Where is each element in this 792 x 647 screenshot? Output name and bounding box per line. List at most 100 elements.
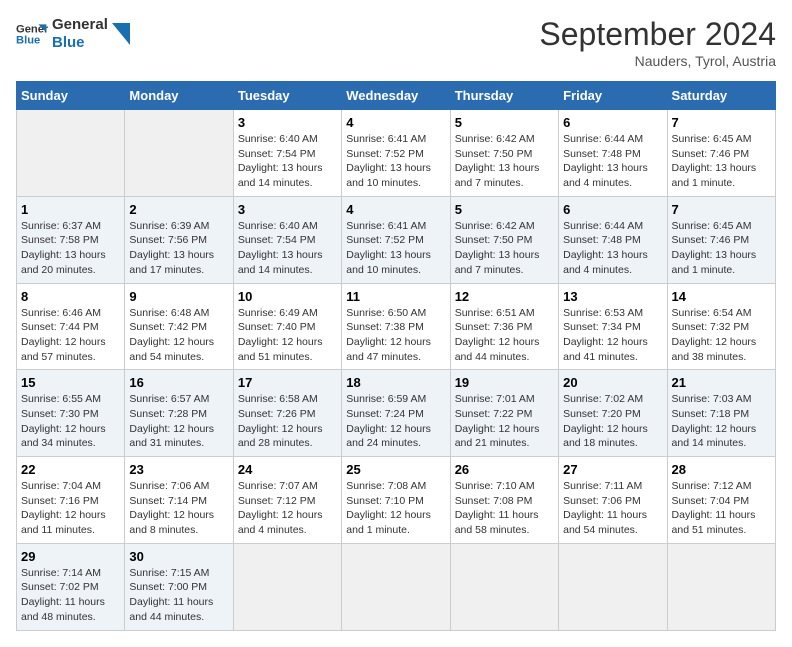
day-number: 17 <box>238 375 337 390</box>
cell-details: Sunrise: 6:37 AMSunset: 7:58 PMDaylight:… <box>21 219 120 278</box>
cell-details: Sunrise: 6:46 AMSunset: 7:44 PMDaylight:… <box>21 306 120 365</box>
day-number: 22 <box>21 462 120 477</box>
day-number: 6 <box>563 115 662 130</box>
calendar-cell <box>17 110 125 197</box>
day-number: 29 <box>21 549 120 564</box>
calendar-cell: 4 Sunrise: 6:41 AMSunset: 7:52 PMDaylight… <box>342 196 450 283</box>
cell-details: Sunrise: 6:57 AMSunset: 7:28 PMDaylight:… <box>129 392 228 451</box>
day-number: 5 <box>455 202 554 217</box>
day-number: 16 <box>129 375 228 390</box>
calendar-cell <box>233 543 341 630</box>
calendar-cell: 2Sunrise: 6:39 AMSunset: 7:56 PMDaylight… <box>125 196 233 283</box>
calendar-cell: 8 Sunrise: 6:46 AMSunset: 7:44 PMDaylight… <box>17 283 125 370</box>
cell-details: Sunrise: 7:12 AMSunset: 7:04 PMDaylight:… <box>672 479 771 538</box>
col-sunday: Sunday <box>17 82 125 110</box>
cell-details: Sunrise: 6:50 AMSunset: 7:38 PMDaylight:… <box>346 306 445 365</box>
calendar-cell: 11 Sunrise: 6:50 AMSunset: 7:38 PMDayligh… <box>342 283 450 370</box>
day-number: 15 <box>21 375 120 390</box>
calendar-cell <box>342 543 450 630</box>
logo-text-general: General <box>52 16 108 34</box>
cell-details: Sunrise: 6:40 AMSunset: 7:54 PMDaylight:… <box>238 132 337 191</box>
calendar-cell <box>450 543 558 630</box>
calendar-cell: 6 Sunrise: 6:44 AMSunset: 7:48 PMDaylight… <box>559 196 667 283</box>
day-number: 4 <box>346 202 445 217</box>
logo-text-blue: Blue <box>52 34 108 52</box>
cell-details: Sunrise: 6:39 AMSunset: 7:56 PMDaylight:… <box>129 219 228 278</box>
day-number: 13 <box>563 289 662 304</box>
page-header: General Blue General Blue September 2024… <box>16 16 776 69</box>
cell-details: Sunrise: 6:44 AMSunset: 7:48 PMDaylight:… <box>563 132 662 191</box>
col-wednesday: Wednesday <box>342 82 450 110</box>
day-number: 23 <box>129 462 228 477</box>
day-number: 10 <box>238 289 337 304</box>
calendar-cell: 1 Sunrise: 6:37 AMSunset: 7:58 PMDaylight… <box>17 196 125 283</box>
cell-details: Sunrise: 7:03 AMSunset: 7:18 PMDaylight:… <box>672 392 771 451</box>
title-area: September 2024 Nauders, Tyrol, Austria <box>539 16 776 69</box>
header-row: Sunday Monday Tuesday Wednesday Thursday… <box>17 82 776 110</box>
calendar-cell: 23Sunrise: 7:06 AMSunset: 7:14 PMDayligh… <box>125 457 233 544</box>
cell-details: Sunrise: 7:15 AMSunset: 7:00 PMDaylight:… <box>129 566 228 625</box>
calendar-row: 15Sunrise: 6:55 AMSunset: 7:30 PMDayligh… <box>17 370 776 457</box>
cell-details: Sunrise: 6:41 AMSunset: 7:52 PMDaylight:… <box>346 219 445 278</box>
calendar-cell: 16 Sunrise: 6:57 AMSunset: 7:28 PMDayligh… <box>125 370 233 457</box>
logo-arrow-icon <box>112 23 130 45</box>
cell-details: Sunrise: 6:45 AMSunset: 7:46 PMDaylight:… <box>672 132 771 191</box>
day-number: 11 <box>346 289 445 304</box>
calendar-cell: 4Sunrise: 6:41 AMSunset: 7:52 PMDaylight… <box>342 110 450 197</box>
calendar-cell: 21 Sunrise: 7:03 AMSunset: 7:18 PMDayligh… <box>667 370 775 457</box>
calendar-cell: 28 Sunrise: 7:12 AMSunset: 7:04 PMDayligh… <box>667 457 775 544</box>
day-number: 7 <box>672 115 771 130</box>
calendar-cell: 20Sunrise: 7:02 AMSunset: 7:20 PMDayligh… <box>559 370 667 457</box>
location-subtitle: Nauders, Tyrol, Austria <box>539 53 776 69</box>
day-number: 18 <box>346 375 445 390</box>
cell-details: Sunrise: 6:42 AMSunset: 7:50 PMDaylight:… <box>455 132 554 191</box>
cell-details: Sunrise: 6:54 AMSunset: 7:32 PMDaylight:… <box>672 306 771 365</box>
cell-details: Sunrise: 7:07 AMSunset: 7:12 PMDaylight:… <box>238 479 337 538</box>
calendar-cell: 25 Sunrise: 7:08 AMSunset: 7:10 PMDayligh… <box>342 457 450 544</box>
calendar-cell: 5Sunrise: 6:42 AMSunset: 7:50 PMDaylight… <box>450 196 558 283</box>
cell-details: Sunrise: 6:59 AMSunset: 7:24 PMDaylight:… <box>346 392 445 451</box>
calendar-cell: 24Sunrise: 7:07 AMSunset: 7:12 PMDayligh… <box>233 457 341 544</box>
day-number: 25 <box>346 462 445 477</box>
calendar-cell: 14Sunrise: 6:54 AMSunset: 7:32 PMDayligh… <box>667 283 775 370</box>
calendar-cell: 17 Sunrise: 6:58 AMSunset: 7:26 PMDayligh… <box>233 370 341 457</box>
cell-details: Sunrise: 7:08 AMSunset: 7:10 PMDaylight:… <box>346 479 445 538</box>
cell-details: Sunrise: 6:40 AMSunset: 7:54 PMDaylight:… <box>238 219 337 278</box>
day-number: 28 <box>672 462 771 477</box>
calendar-row: 1 Sunrise: 6:37 AMSunset: 7:58 PMDaylight… <box>17 196 776 283</box>
logo: General Blue General Blue <box>16 16 130 52</box>
day-number: 9 <box>129 289 228 304</box>
cell-details: Sunrise: 6:58 AMSunset: 7:26 PMDaylight:… <box>238 392 337 451</box>
cell-details: Sunrise: 6:41 AMSunset: 7:52 PMDaylight:… <box>346 132 445 191</box>
calendar-cell: 5Sunrise: 6:42 AMSunset: 7:50 PMDaylight… <box>450 110 558 197</box>
day-number: 3 <box>238 202 337 217</box>
calendar-cell: 7Sunrise: 6:45 AMSunset: 7:46 PMDaylight… <box>667 196 775 283</box>
col-tuesday: Tuesday <box>233 82 341 110</box>
calendar-cell: 15Sunrise: 6:55 AMSunset: 7:30 PMDayligh… <box>17 370 125 457</box>
day-number: 6 <box>563 202 662 217</box>
calendar-cell: 7 Sunrise: 6:45 AMSunset: 7:46 PMDaylight… <box>667 110 775 197</box>
cell-details: Sunrise: 6:44 AMSunset: 7:48 PMDaylight:… <box>563 219 662 278</box>
col-friday: Friday <box>559 82 667 110</box>
calendar-cell: 13 Sunrise: 6:53 AMSunset: 7:34 PMDayligh… <box>559 283 667 370</box>
svg-text:Blue: Blue <box>16 35 40 47</box>
calendar-cell: 26Sunrise: 7:10 AMSunset: 7:08 PMDayligh… <box>450 457 558 544</box>
cell-details: Sunrise: 7:04 AMSunset: 7:16 PMDaylight:… <box>21 479 120 538</box>
day-number: 21 <box>672 375 771 390</box>
day-number: 1 <box>21 202 120 217</box>
calendar-cell: 27Sunrise: 7:11 AMSunset: 7:06 PMDayligh… <box>559 457 667 544</box>
calendar-cell: 10Sunrise: 6:49 AMSunset: 7:40 PMDayligh… <box>233 283 341 370</box>
cell-details: Sunrise: 6:48 AMSunset: 7:42 PMDaylight:… <box>129 306 228 365</box>
calendar-cell: 3 Sunrise: 6:40 AMSunset: 7:54 PMDaylight… <box>233 196 341 283</box>
calendar-cell: 18 Sunrise: 6:59 AMSunset: 7:24 PMDayligh… <box>342 370 450 457</box>
calendar-cell: 30Sunrise: 7:15 AMSunset: 7:00 PMDayligh… <box>125 543 233 630</box>
logo-icon: General Blue <box>16 18 48 50</box>
day-number: 8 <box>21 289 120 304</box>
cell-details: Sunrise: 7:01 AMSunset: 7:22 PMDaylight:… <box>455 392 554 451</box>
cell-details: Sunrise: 7:14 AMSunset: 7:02 PMDaylight:… <box>21 566 120 625</box>
calendar-cell <box>559 543 667 630</box>
cell-details: Sunrise: 6:53 AMSunset: 7:34 PMDaylight:… <box>563 306 662 365</box>
calendar-row: 3Sunrise: 6:40 AMSunset: 7:54 PMDaylight… <box>17 110 776 197</box>
cell-details: Sunrise: 7:02 AMSunset: 7:20 PMDaylight:… <box>563 392 662 451</box>
day-number: 19 <box>455 375 554 390</box>
